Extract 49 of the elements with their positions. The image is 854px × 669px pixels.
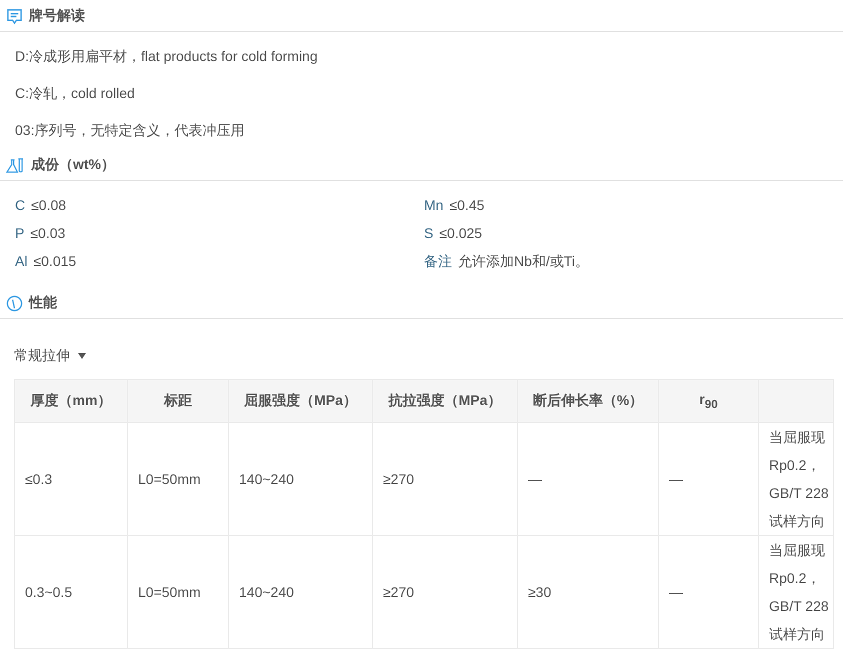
element-label: 备注 [424, 252, 452, 271]
table-cell: 140~240 [228, 422, 372, 536]
table-cell-text: Rp0.2， [769, 456, 822, 475]
column-header: 厚度（mm） [14, 380, 128, 422]
designation-text: D:冷成形用扁平材，flat products for cold forming [15, 47, 319, 66]
column-header: 标距 [128, 380, 228, 422]
element-value: ≤0.025 [439, 224, 482, 243]
element-value: ≤0.03 [30, 224, 66, 243]
comment-icon [6, 8, 23, 24]
table-cell: 140~240 [228, 536, 372, 648]
element-value: ≤0.015 [33, 252, 76, 271]
table-cell: ≥30 [518, 536, 658, 648]
table-cell: 0.3~0.5 [14, 536, 128, 648]
column-header: 屈服强度（MPa） [228, 380, 372, 422]
element-label: S [424, 224, 434, 243]
table-cell: — [518, 422, 658, 536]
element-label: Mn [424, 196, 444, 215]
table-cell-text: 当屈服现 [769, 541, 826, 560]
table-cell: — [658, 536, 758, 648]
table-cell-text: 试样方向 [769, 512, 826, 531]
table-cell: L0=50mm [128, 536, 228, 648]
column-header: 抗拉强度（MPa） [372, 380, 518, 422]
column-header: 断后伸长率（%） [518, 380, 658, 422]
element-value: ≤0.45 [449, 196, 484, 215]
table-cell-text: 试样方向 [769, 625, 826, 644]
element-label: C [15, 196, 26, 215]
element-label: P [15, 224, 24, 243]
section-title: 牌号解读 [29, 7, 85, 25]
flask-icon [6, 156, 25, 174]
table-cell: ≤0.3 [14, 422, 128, 536]
gauge-icon [6, 294, 23, 312]
section-title: 成份（wt%） [31, 156, 115, 174]
element-value: ≤0.08 [31, 196, 66, 215]
table-cell-text: GB/T 228 [769, 597, 830, 616]
table-cell-text: 当屈服现 [769, 428, 826, 447]
table-cell: — [658, 422, 758, 536]
table-cell: ≥270 [372, 422, 518, 536]
element-label: Al [15, 252, 28, 271]
table-cell-text: GB/T 228 [769, 484, 830, 503]
table-cell: ≥270 [372, 536, 518, 648]
column-header: r$_{90}$ [658, 380, 758, 422]
designation-text: 03:序列号，无特定含义，代表冲压用 [15, 121, 246, 140]
element-value: 允许添加Nb和/或Ti。 [458, 252, 589, 271]
test-type-dropdown[interactable]: 常规拉伸 [14, 347, 86, 365]
table-cell-text: Rp0.2， [769, 569, 822, 588]
section-title: 性能 [29, 294, 57, 312]
designation-text: C:冷轧，cold rolled [15, 84, 136, 103]
caret-icon [78, 353, 86, 359]
table-cell: L0=50mm [128, 422, 228, 536]
